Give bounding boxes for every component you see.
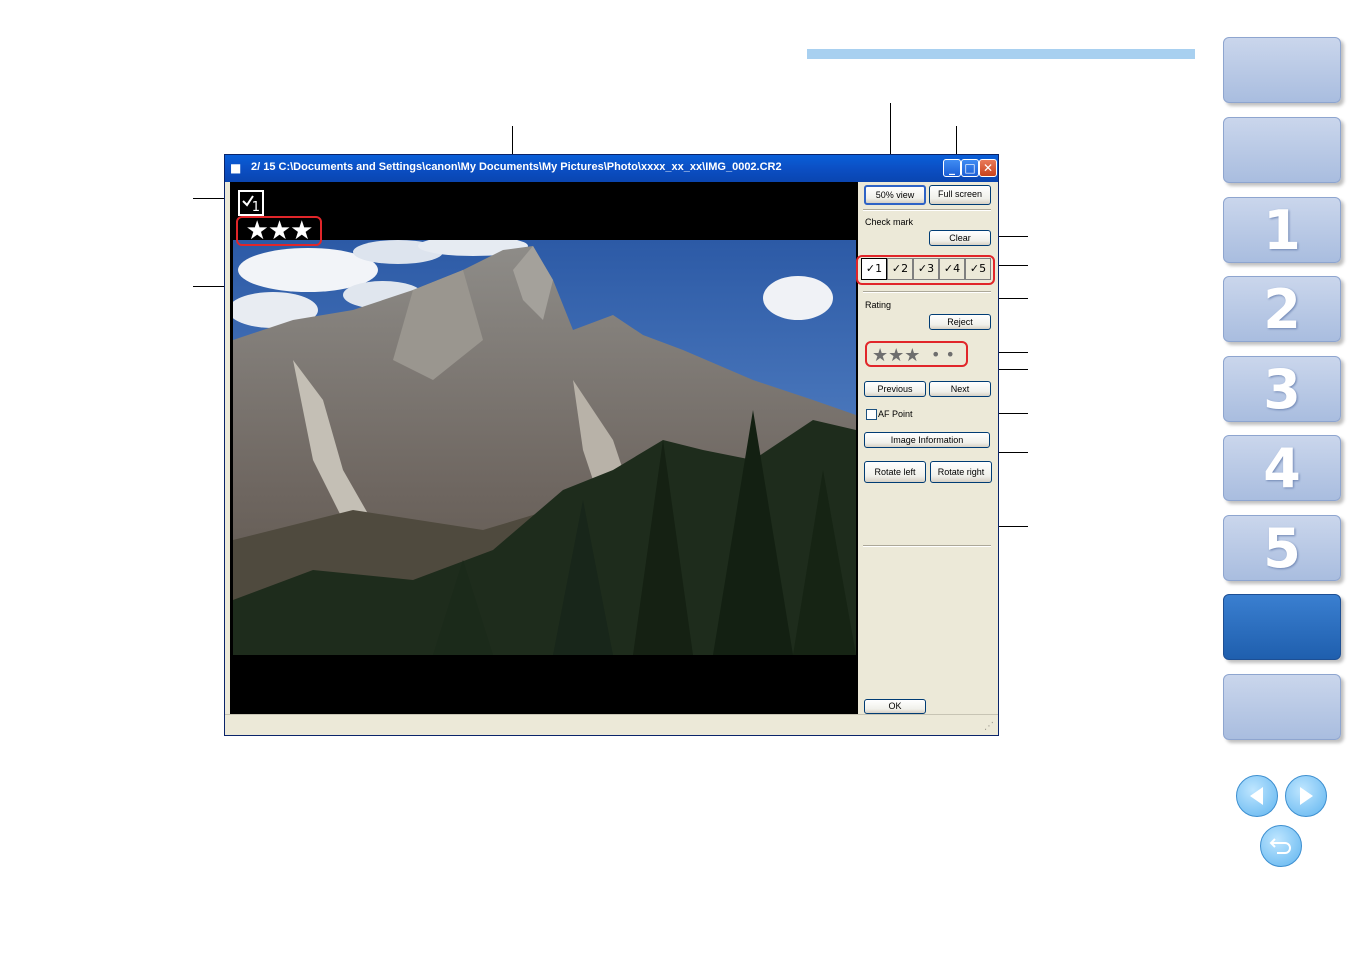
nav-tab-1[interactable]: 1 — [1223, 197, 1341, 263]
check-mark-overlay-number: 1 — [251, 200, 260, 215]
photo-mountain-landscape — [233, 240, 856, 655]
view-50-button[interactable]: 50% view — [864, 185, 926, 205]
resize-grip-icon[interactable]: ⋰ — [984, 721, 994, 732]
nav-tab-reference[interactable] — [1223, 594, 1341, 660]
check-button-5-label: 5 — [979, 262, 987, 275]
nav-tab-label: 1 — [1263, 198, 1301, 262]
app-icon: ■ — [230, 161, 242, 175]
af-point-label: AF Point — [878, 409, 913, 419]
clear-button[interactable]: Clear — [929, 230, 991, 246]
photo-drawing — [233, 240, 856, 655]
check-button-4-label: 4 — [953, 262, 961, 275]
return-icon — [1269, 838, 1291, 854]
rotate-right-button[interactable]: Rotate right — [930, 461, 992, 483]
return-button[interactable] — [1260, 825, 1302, 867]
full-screen-button[interactable]: Full screen — [929, 185, 991, 205]
check-button-3-label: 3 — [927, 262, 935, 275]
nav-tab-contents[interactable] — [1223, 37, 1341, 103]
rotate-left-button[interactable]: Rotate left — [864, 461, 926, 483]
nav-tab-index[interactable] — [1223, 674, 1341, 740]
nav-tab-5[interactable]: 5 — [1223, 515, 1341, 581]
nav-tab-label: 4 — [1263, 436, 1301, 500]
check-button-4[interactable]: ✓4 — [939, 258, 965, 280]
next-button[interactable]: Next — [929, 381, 991, 397]
image-information-button[interactable]: Image Information — [864, 432, 990, 448]
af-point-checkbox[interactable] — [866, 409, 877, 420]
rating-stars-group[interactable]: ★★★ • • — [865, 341, 968, 367]
next-page-button[interactable] — [1285, 775, 1327, 817]
nav-tab-2[interactable]: 2 — [1223, 276, 1341, 342]
rating-stars[interactable]: ★★★ — [872, 345, 920, 367]
separator — [863, 209, 991, 211]
status-bar: ⋰ — [225, 714, 998, 735]
rating-label: Rating — [865, 300, 892, 310]
nav-tab-intro[interactable] — [1223, 117, 1341, 183]
close-button[interactable]: ✕ — [979, 159, 997, 177]
check-button-5[interactable]: ✓5 — [965, 258, 991, 280]
callout-line-checkbuttons — [994, 265, 1028, 266]
arrow-left-icon — [1250, 787, 1263, 805]
control-panel: 50% view Full screen Check mark Clear ✓1… — [856, 182, 996, 715]
check-button-1-label: 1 — [875, 262, 883, 275]
rating-empty-dots[interactable]: • • — [931, 345, 955, 365]
check-button-2[interactable]: ✓2 — [887, 258, 913, 280]
nav-tab-4[interactable]: 4 — [1223, 435, 1341, 501]
minimize-button[interactable]: _ — [943, 159, 961, 177]
image-viewer[interactable]: 1 ★★★ — [230, 182, 858, 715]
separator — [863, 291, 991, 293]
check-button-1[interactable]: ✓1 — [861, 258, 887, 280]
reject-button[interactable]: Reject — [929, 314, 991, 330]
nav-tab-3[interactable]: 3 — [1223, 356, 1341, 422]
rating-overlay: ★★★ — [236, 216, 322, 246]
nav-tab-label: 5 — [1263, 516, 1301, 580]
previous-page-button[interactable] — [1236, 775, 1278, 817]
maximize-button[interactable]: □ — [961, 159, 979, 177]
check-mark-overlay: 1 — [238, 190, 264, 216]
nav-tab-label: 2 — [1263, 277, 1301, 341]
header-accent-bar — [807, 49, 1195, 59]
title-bar: ■ 2/ 15 C:\Documents and Settings\canon\… — [225, 155, 998, 182]
check-button-3[interactable]: ✓3 — [913, 258, 939, 280]
window-title: 2/ 15 C:\Documents and Settings\canon\My… — [251, 161, 782, 173]
nav-tab-label: 3 — [1263, 357, 1301, 421]
callout-line-title — [512, 126, 513, 156]
ok-button[interactable]: OK — [864, 699, 926, 714]
check-button-2-label: 2 — [901, 262, 909, 275]
quick-check-window: ■ 2/ 15 C:\Documents and Settings\canon\… — [224, 154, 999, 736]
arrow-right-icon — [1300, 787, 1313, 805]
previous-button[interactable]: Previous — [864, 381, 926, 397]
separator — [863, 545, 991, 547]
check-buttons-group: ✓1 ✓2 ✓3 ✓4 ✓5 — [856, 255, 995, 285]
check-mark-label: Check mark — [865, 217, 914, 227]
